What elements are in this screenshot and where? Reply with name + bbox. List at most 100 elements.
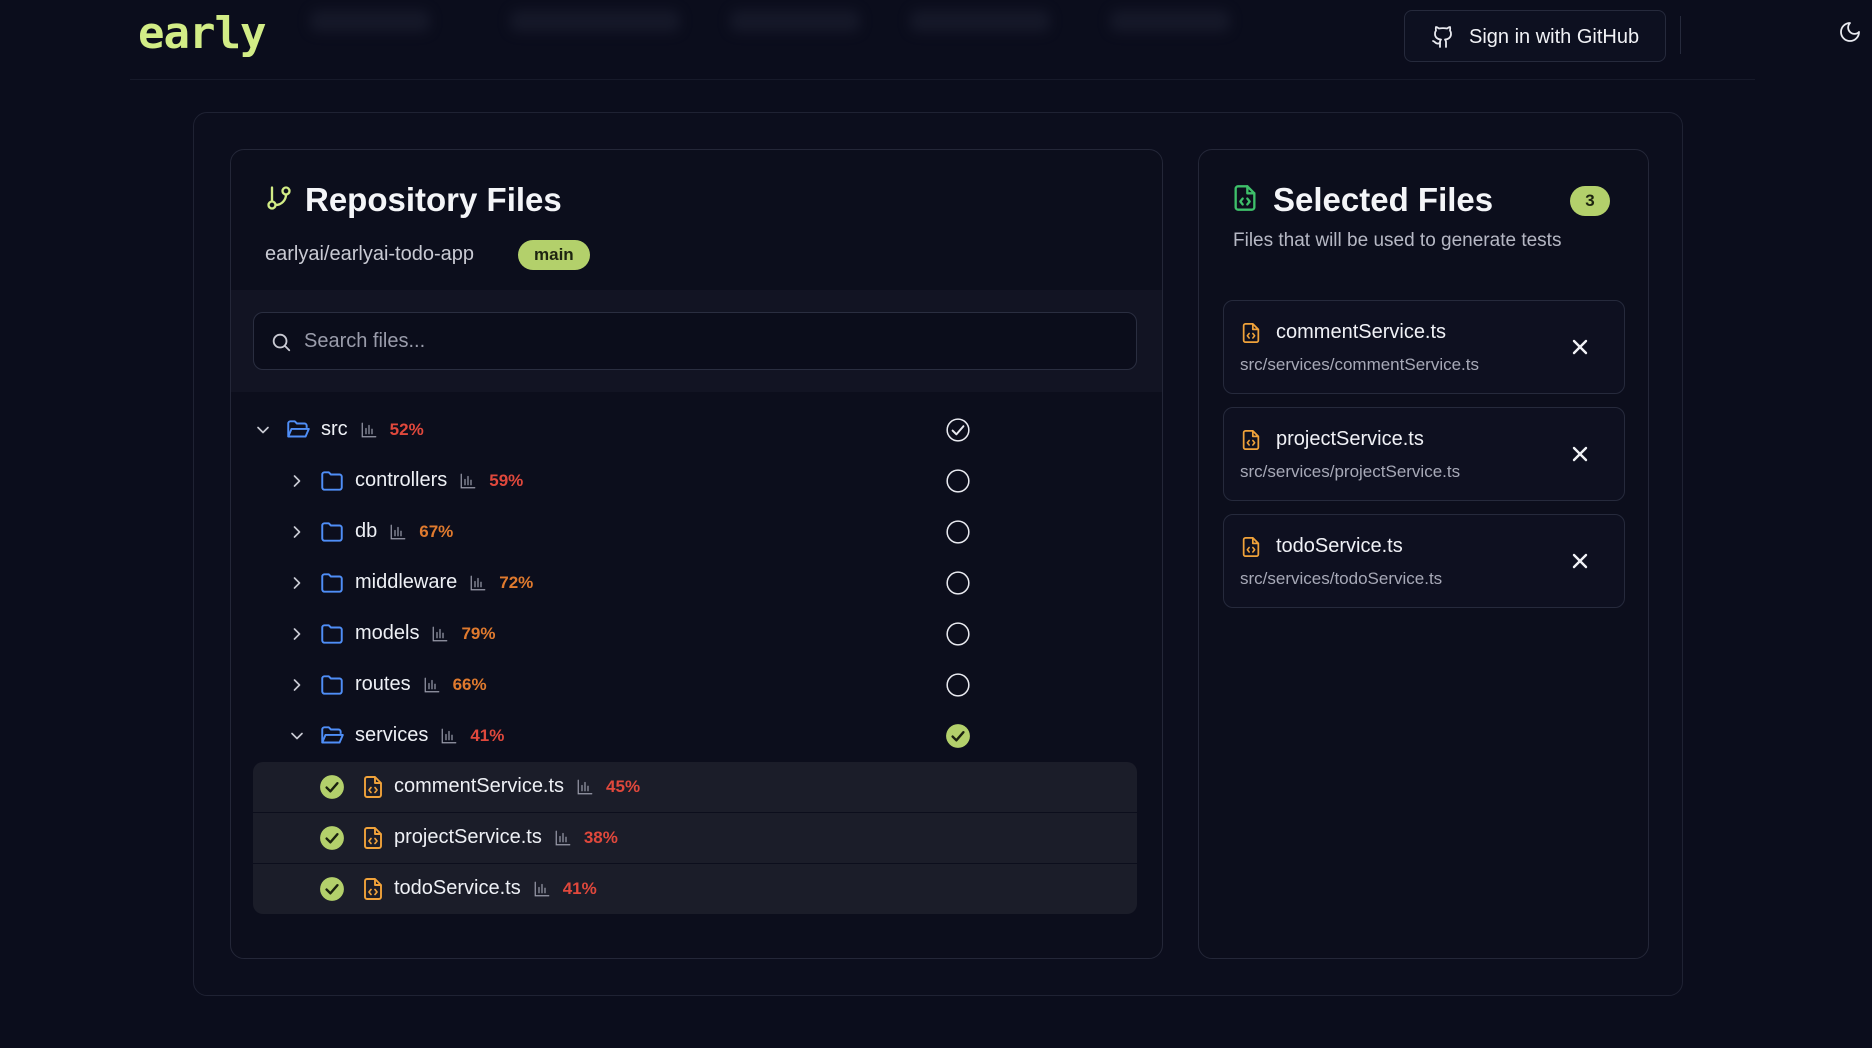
- selected-file-path: src/services/commentService.ts: [1240, 355, 1479, 374]
- checked-icon[interactable]: [945, 723, 971, 749]
- folder-name: routes: [355, 673, 411, 695]
- coverage-percent: 79%: [461, 624, 496, 643]
- close-icon[interactable]: [1568, 442, 1592, 466]
- folder-name: controllers: [355, 469, 448, 491]
- selected-file-card: todoService.ts src/services/todoService.t…: [1223, 514, 1625, 608]
- theme-toggle-button[interactable]: [1838, 20, 1868, 50]
- blurred-nav-item: [910, 10, 1050, 32]
- search-area: [231, 290, 1162, 392]
- selected-file-card: projectService.ts src/services/projectSer…: [1223, 407, 1625, 501]
- selected-file-path: src/services/projectService.ts: [1240, 462, 1461, 481]
- file-code-icon: [1242, 429, 1260, 451]
- folder-row[interactable]: controllers 59%: [253, 456, 1137, 506]
- file-code-icon: [1234, 185, 1256, 211]
- chevron-right-icon[interactable]: [287, 675, 307, 695]
- chevron-right-icon[interactable]: [287, 624, 307, 644]
- file-row[interactable]: commentService.ts 45%: [253, 762, 1137, 812]
- folder-name: src: [321, 418, 348, 440]
- folder-row[interactable]: services 41%: [253, 711, 1137, 761]
- coverage-percent: 59%: [489, 471, 524, 490]
- coverage-percent: 41%: [562, 879, 597, 898]
- close-icon[interactable]: [1568, 335, 1592, 359]
- panel-subtitle: Files that will be used to generate test…: [1233, 230, 1562, 251]
- coverage-chart-icon: [390, 524, 406, 540]
- repository-files-panel: Repository Files earlyai/earlyai-todo-ap…: [230, 149, 1163, 959]
- file-code-icon: [364, 878, 382, 900]
- folder-row[interactable]: src 52%: [253, 405, 1137, 455]
- selected-file-card: commentService.ts src/services/commentSer…: [1223, 300, 1625, 394]
- file-row[interactable]: todoService.ts 41%: [253, 864, 1137, 914]
- branch-badge[interactable]: main: [518, 240, 590, 270]
- file-name: projectService.ts: [394, 826, 542, 848]
- header-divider: [1680, 16, 1681, 54]
- selected-file-path: src/services/todoService.ts: [1240, 569, 1443, 588]
- selected-file-name: todoService.ts: [1276, 535, 1403, 557]
- file-code-icon: [364, 827, 382, 849]
- folder-row[interactable]: routes 66%: [253, 660, 1137, 710]
- file-code-icon: [1242, 322, 1260, 344]
- chevron-down-icon[interactable]: [253, 420, 273, 440]
- coverage-chart-icon: [577, 779, 593, 795]
- coverage-chart-icon: [361, 422, 377, 438]
- top-header: early Sign in with GitHub: [130, 0, 1860, 80]
- unchecked-circle-icon[interactable]: [945, 570, 971, 596]
- folder-name: middleware: [355, 571, 458, 593]
- coverage-percent: 45%: [606, 777, 641, 796]
- file-code-icon: [364, 776, 382, 798]
- search-icon: [272, 333, 291, 352]
- selected-files-panel: Selected Files 3 Files that will be used…: [1198, 149, 1649, 959]
- folder-open-icon: [321, 726, 344, 744]
- folder-icon: [321, 573, 343, 593]
- unchecked-circle-icon[interactable]: [945, 519, 971, 545]
- blurred-nav-item: [1110, 10, 1230, 32]
- file-name: commentService.ts: [394, 775, 565, 797]
- github-icon: [1432, 26, 1452, 48]
- chevron-right-icon[interactable]: [287, 471, 307, 491]
- unchecked-circle-icon[interactable]: [945, 672, 971, 698]
- main-card: Repository Files earlyai/earlyai-todo-ap…: [193, 112, 1683, 996]
- selected-file-name: commentService.ts: [1276, 321, 1447, 343]
- folder-icon: [321, 522, 343, 542]
- coverage-chart-icon: [441, 728, 457, 744]
- folder-icon: [321, 675, 343, 695]
- checked-icon: [320, 826, 344, 850]
- coverage-percent: 72%: [499, 573, 534, 592]
- chevron-right-icon[interactable]: [287, 573, 307, 593]
- coverage-percent: 67%: [419, 522, 454, 541]
- coverage-chart-icon: [555, 830, 571, 846]
- app-logo[interactable]: early: [138, 8, 266, 59]
- coverage-percent: 41%: [470, 726, 505, 745]
- coverage-chart-icon: [534, 881, 550, 897]
- blurred-nav-item: [510, 10, 680, 32]
- coverage-percent: 66%: [452, 675, 487, 694]
- checked-icon: [320, 877, 344, 901]
- sign-in-label: Sign in with GitHub: [1469, 26, 1640, 48]
- folder-row[interactable]: db 67%: [253, 507, 1137, 557]
- close-icon[interactable]: [1568, 549, 1592, 573]
- file-code-icon: [1242, 536, 1260, 558]
- panel-title: Repository Files: [305, 181, 562, 218]
- coverage-percent: 38%: [583, 828, 618, 847]
- search-box: [253, 312, 1137, 370]
- folder-name: services: [355, 724, 429, 746]
- search-input[interactable]: [304, 313, 1104, 369]
- file-row[interactable]: projectService.ts 38%: [253, 813, 1137, 863]
- sign-in-github-button[interactable]: Sign in with GitHub: [1404, 10, 1666, 62]
- coverage-chart-icon: [470, 575, 486, 591]
- panel-title: Selected Files: [1273, 181, 1494, 218]
- folder-name: models: [355, 622, 420, 644]
- folder-icon: [321, 624, 343, 644]
- coverage-percent: 52%: [389, 420, 424, 439]
- folder-name: db: [355, 520, 378, 542]
- partial-check-icon[interactable]: [945, 417, 971, 443]
- folder-row[interactable]: middleware 72%: [253, 558, 1137, 608]
- unchecked-circle-icon[interactable]: [945, 468, 971, 494]
- chevron-right-icon[interactable]: [287, 522, 307, 542]
- checked-icon: [320, 775, 344, 799]
- folder-icon: [321, 471, 343, 491]
- folder-row[interactable]: models 79%: [253, 609, 1137, 659]
- coverage-chart-icon: [424, 677, 439, 693]
- unchecked-circle-icon[interactable]: [945, 621, 971, 647]
- chevron-down-icon[interactable]: [287, 726, 307, 746]
- blurred-nav-item: [730, 10, 860, 32]
